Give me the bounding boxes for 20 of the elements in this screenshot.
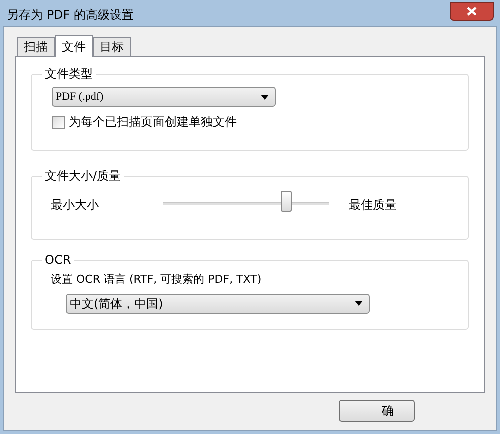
window-title: 另存为 PDF 的高级设置 [7,6,136,24]
tab[interactable]: 文件 [55,35,93,57]
quality-slider[interactable] [163,191,329,215]
best-quality-label: 最佳质量 [349,197,397,214]
group-title: 文件大小/质量 [42,168,124,184]
checkbox[interactable] [52,116,65,128]
ocr-language-label: 设置 OCR 语言 (RTF, 可搜索的 PDF, TXT) [51,272,263,288]
caret-icon [261,94,269,100]
file-type-dropdown[interactable]: PDF (.pdf) [52,87,276,107]
close-icon [467,7,477,16]
tab[interactable]: 目标 [93,37,131,56]
close-button[interactable] [450,2,494,21]
tab[interactable]: 扫描 [17,37,55,56]
min-size-label: 最小大小 [51,197,100,214]
checkbox-label: 为每个已扫描页面创建单独文件 [69,114,237,131]
dialog-button[interactable]: 确 [339,400,415,422]
caret-icon [355,301,363,306]
ocr-language-dropdown[interactable]: 中文(简体，中国) [66,294,370,314]
group-title: 文件类型 [42,66,96,82]
slider-thumb[interactable] [280,191,292,212]
